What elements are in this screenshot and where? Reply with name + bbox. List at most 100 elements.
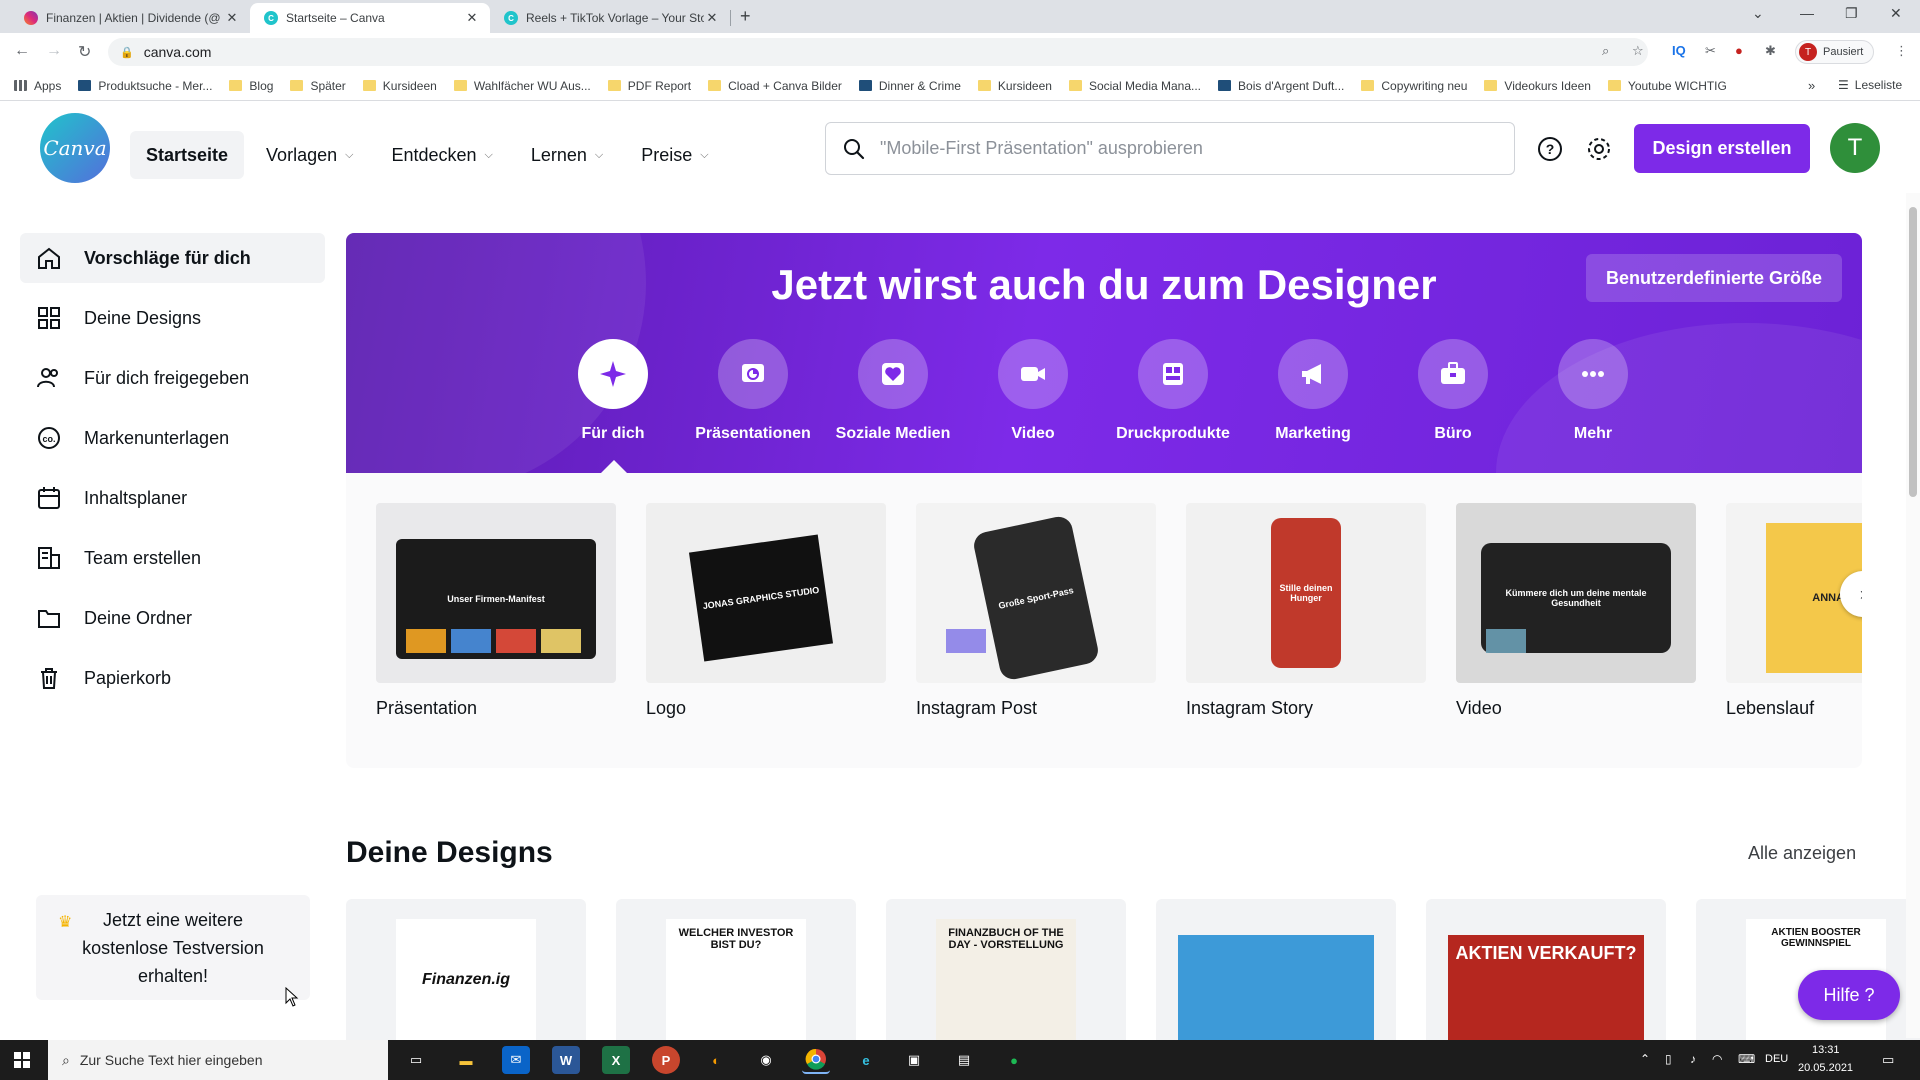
help-icon[interactable]: ? [1536, 135, 1564, 163]
bookmark-item[interactable]: Dinner & Crime [858, 79, 961, 93]
tab-search-icon[interactable]: ⌄ [1752, 5, 1764, 22]
sidebar-item-calendar[interactable]: Inhaltsplaner [20, 473, 325, 523]
bookmark-item[interactable]: Social Media Mana... [1068, 79, 1201, 93]
category-presentation[interactable]: Präsentationen [683, 339, 823, 443]
category-briefcase[interactable]: Büro [1383, 339, 1523, 443]
notepad-icon[interactable]: ▤ [950, 1046, 978, 1074]
volume-icon[interactable]: ♪ [1690, 1052, 1696, 1066]
page-scrollbar[interactable] [1906, 193, 1920, 1038]
iq-extension-icon[interactable]: IQ [1672, 43, 1686, 58]
template-card[interactable]: ANNA BAUMLebenslauf [1726, 503, 1862, 719]
wifi-icon[interactable]: ◠ [1712, 1052, 1722, 1066]
template-card[interactable]: Unser Firmen-Manifest Präsentation [376, 503, 616, 719]
network-icon[interactable]: ▯ [1665, 1052, 1672, 1066]
scrollbar-thumb[interactable] [1909, 207, 1917, 497]
file-explorer-icon[interactable]: ▬ [452, 1046, 480, 1074]
design-card[interactable]: Finanzen.ig [346, 899, 586, 1040]
language-indicator[interactable]: DEU [1765, 1053, 1788, 1065]
close-icon[interactable]: ✕ [464, 10, 480, 26]
category-print[interactable]: Druckprodukte [1103, 339, 1243, 443]
search-box[interactable] [825, 122, 1515, 175]
spotify-icon[interactable]: ● [1000, 1046, 1028, 1074]
maximize-icon[interactable]: ❐ [1845, 5, 1858, 22]
category-video-camera[interactable]: Video [963, 339, 1103, 443]
bookmark-item[interactable]: Später [290, 79, 346, 93]
search-input[interactable] [880, 138, 1514, 159]
nav-entdecken[interactable]: Entdecken ⌵ [375, 131, 508, 179]
reading-list-button[interactable]: ☰ Leseliste [1838, 78, 1902, 92]
bookmark-item[interactable]: Wahlfächer WU Aus... [453, 79, 591, 93]
sidebar-item-grid[interactable]: Deine Designs [20, 293, 325, 343]
design-card[interactable]: WELCHER INVESTOR BIST DU? [616, 899, 856, 1040]
template-card[interactable]: Stille deinen Hunger Instagram Story [1186, 503, 1426, 719]
canva-logo[interactable]: Canva [40, 113, 110, 183]
close-window-icon[interactable]: ✕ [1890, 5, 1902, 22]
notification-icon[interactable]: ▭ [1882, 1052, 1894, 1068]
avatar[interactable]: T [1830, 123, 1880, 173]
browser-tab-canva[interactable]: C Startseite – Canva ✕ [250, 3, 490, 33]
nav-lernen[interactable]: Lernen ⌵ [515, 131, 619, 179]
sidebar-item-folder[interactable]: Deine Ordner [20, 593, 325, 643]
bookmark-item[interactable]: Cload + Canva Bilder [708, 79, 842, 93]
app-icon[interactable]: ◐ [702, 1046, 730, 1074]
trial-banner[interactable]: ♛ Jetzt eine weitere kostenlose Testvers… [36, 895, 310, 1000]
word-icon[interactable]: W [552, 1046, 580, 1074]
template-card[interactable]: Große Sport-Pass Instagram Post [916, 503, 1156, 719]
bookmark-item[interactable]: Copywriting neu [1361, 79, 1467, 93]
minimize-icon[interactable]: — [1800, 5, 1814, 21]
extension-badge-icon[interactable]: ● [1735, 43, 1743, 58]
chrome-icon[interactable] [802, 1046, 830, 1074]
nav-vorlagen[interactable]: Vorlagen ⌵ [250, 131, 369, 179]
bookmark-item[interactable]: Kursideen [362, 79, 437, 93]
bookmark-star-icon[interactable]: ☆ [1632, 43, 1644, 59]
url-field[interactable]: 🔒 canva.com [108, 38, 1648, 66]
edge-icon[interactable]: e [852, 1046, 880, 1074]
sidebar-item-home[interactable]: Vorschläge für dich [20, 233, 325, 283]
browser-tab-finanzen[interactable]: Finanzen | Aktien | Dividende (@ ✕ [10, 3, 250, 33]
back-icon[interactable]: ← [14, 42, 30, 60]
nav-startseite[interactable]: Startseite [130, 131, 245, 179]
show-all-link[interactable]: Alle anzeigen [1748, 843, 1856, 864]
bookmark-item[interactable]: Bois d'Argent Duft... [1218, 79, 1344, 93]
design-card[interactable]: AKTIEN BOOSTER GEWINNSPIEL [1696, 899, 1920, 1040]
app-window-icon[interactable]: ▣ [900, 1046, 928, 1074]
close-icon[interactable]: ✕ [704, 10, 720, 26]
sidebar-item-brand-kit[interactable]: co. Markenunterlagen [20, 413, 325, 463]
kebab-menu-icon[interactable]: ⋮ [1895, 43, 1908, 59]
help-chat-button[interactable]: Hilfe ? [1798, 970, 1900, 1020]
clock-date[interactable]: 20.05.2021 [1798, 1062, 1853, 1074]
category-more[interactable]: Mehr [1523, 339, 1663, 443]
custom-size-button[interactable]: Benutzerdefinierte Größe [1585, 254, 1842, 302]
design-card[interactable] [1156, 899, 1396, 1040]
category-sparkle[interactable]: Für dich [543, 339, 683, 443]
task-view-icon[interactable]: ▭ [402, 1046, 430, 1074]
category-heart[interactable]: Soziale Medien [823, 339, 963, 443]
template-card[interactable]: JONAS GRAPHICS STUDIO Logo [646, 503, 886, 719]
extension-icon[interactable]: ✂ [1705, 43, 1716, 59]
windows-start-icon[interactable] [14, 1052, 30, 1068]
template-card[interactable]: Kümmere dich um deine mentale Gesundheit… [1456, 503, 1696, 719]
design-card[interactable]: AKTIEN VERKAUFT? [1426, 899, 1666, 1040]
keyboard-icon[interactable]: ⌨ [1738, 1052, 1755, 1066]
nav-preise[interactable]: Preise ⌵ [625, 131, 724, 179]
taskbar-search[interactable]: ⌕ Zur Suche Text hier eingeben [48, 1040, 388, 1080]
tray-arrow-icon[interactable]: ⌃ [1640, 1052, 1650, 1066]
bookmark-item[interactable]: Blog [229, 79, 273, 93]
mail-icon[interactable]: ✉ [502, 1046, 530, 1074]
new-tab-button[interactable]: + [740, 6, 751, 27]
forward-icon[interactable]: → [46, 42, 62, 60]
design-card[interactable]: FINANZBUCH OF THE DAY - VORSTELLUNG [886, 899, 1126, 1040]
puzzle-icon[interactable]: ✱ [1765, 43, 1776, 59]
bookmark-item[interactable]: Videokurs Ideen [1484, 79, 1591, 93]
bookmark-item[interactable]: Kursideen [977, 79, 1052, 93]
bookmark-item[interactable]: PDF Report [607, 79, 691, 93]
excel-icon[interactable]: X [602, 1046, 630, 1074]
bookmark-item[interactable]: Apps [14, 79, 61, 93]
clock-time[interactable]: 13:31 [1812, 1044, 1840, 1056]
category-megaphone[interactable]: Marketing [1243, 339, 1383, 443]
browser-tab-reels[interactable]: C Reels + TikTok Vorlage – Your Sto ✕ [490, 3, 730, 33]
sidebar-item-team[interactable]: Team erstellen [20, 533, 325, 583]
create-design-button[interactable]: Design erstellen [1634, 124, 1810, 173]
bookmark-item[interactable]: Produktsuche - Mer... [78, 79, 212, 93]
gear-icon[interactable] [1585, 135, 1613, 163]
